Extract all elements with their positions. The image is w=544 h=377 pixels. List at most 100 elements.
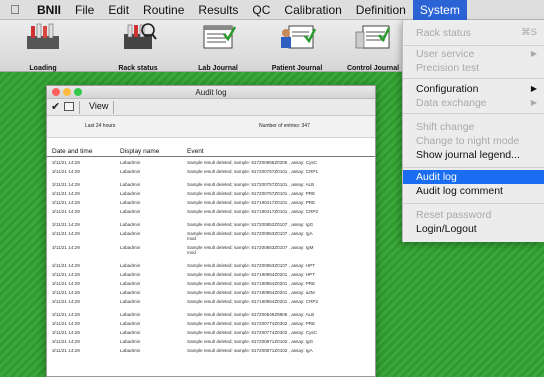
period-label: Last 24 hours (85, 123, 116, 129)
table-row[interactable]: 3/11/21 14:29 Labadmin Sample result delet… (47, 159, 375, 168)
table-row[interactable]: 3/11/21 14:29 Labadmin Sample result delet… (47, 181, 375, 190)
table-row[interactable]: 3/11/21 14:29 Labadmin Sample result delet… (47, 271, 375, 280)
print-icon[interactable] (64, 102, 74, 111)
table-row[interactable]: 3/11/21 14:29 Labadmin Sample result delet… (47, 311, 375, 320)
table-row[interactable]: 3/11/21 14:29 Labadmin Sample result delet… (47, 289, 375, 298)
menu-definition[interactable]: Definition (349, 0, 413, 20)
menu-item-label: Data exchange (416, 97, 487, 109)
menu-separator (403, 113, 544, 114)
tool-rack-status-label: Rack status (118, 65, 158, 72)
menu-routine[interactable]: Routine (136, 0, 191, 20)
column-header-name[interactable]: Display name (120, 148, 159, 155)
cell-display-name: Labadmin (120, 348, 141, 353)
cell-display-name: Labadmin (120, 339, 141, 344)
menu-bnii[interactable]: BNII (30, 0, 68, 20)
menu-item-label: Audit log comment (416, 185, 503, 197)
menu-item-show-journal-legend[interactable]: Show journal legend... (403, 148, 544, 162)
cell-event: Sample result deleted; sample: 917200871… (187, 348, 313, 353)
table-row[interactable]: 3/11/21 14:29 Labadmin Sample result delet… (47, 280, 375, 289)
cell-event-continuation: mod (187, 250, 196, 255)
cell-event: Sample result deleted; sample: 917190954… (187, 272, 315, 277)
column-header-date[interactable]: Date and time (52, 148, 92, 155)
menu-file[interactable]: File (68, 0, 101, 20)
menu-separator (403, 203, 544, 204)
table-row[interactable]: 3/11/21 14:29 Labadmin Sample result delet… (47, 230, 375, 241)
submenu-arrow-icon: ▶ (530, 49, 537, 58)
menu-item-label: Rack status (416, 27, 471, 39)
column-header-event[interactable]: Event (187, 148, 204, 155)
table-row[interactable]: 3/11/21 14:29 Labadmin Sample result delet… (47, 168, 375, 177)
menu-item-label: Configuration (416, 83, 479, 95)
tool-lab-journal[interactable]: Lab Journal (178, 22, 258, 72)
menu-results[interactable]: Results (191, 0, 245, 20)
menu-bar:  BNII File Edit Routine Results QC Cali… (0, 0, 544, 20)
menu-item-configuration[interactable]: Configuration ▶ (403, 82, 544, 96)
menu-system[interactable]: System (412, 0, 467, 20)
cell-display-name: Labadmin (120, 299, 141, 304)
cell-event: Sample result deleted; sample: 917190417… (187, 200, 316, 205)
menu-item-label: Audit log (416, 171, 457, 183)
table-row[interactable]: 3/11/21 14:29 Labadmin Sample result delet… (47, 320, 375, 329)
tool-loading[interactable]: Loading (3, 22, 83, 72)
menu-item-precision-test: Precision test (403, 61, 544, 75)
tool-patient-journal-label: Patient Journal (271, 65, 323, 72)
cell-date: 3/11/21 14:29 (52, 348, 80, 353)
menu-item-shift-change: Shift change (403, 120, 544, 134)
table-row[interactable]: 3/11/21 14:29 Labadmin Sample result delet… (47, 329, 375, 338)
cell-event-continuation: mod (187, 236, 196, 241)
table-row[interactable]: 3/11/21 14:29 Labadmin Sample result delet… (47, 262, 375, 271)
menu-item-label: Show journal legend... (416, 149, 520, 161)
control-journal-icon (355, 25, 391, 49)
menu-edit[interactable]: Edit (101, 0, 136, 20)
tool-patient-journal[interactable]: Patient Journal (257, 22, 337, 72)
tool-loading-label: Loading (29, 65, 57, 72)
cell-event: Sample result deleted; sample: 917200757… (187, 169, 319, 174)
view-button[interactable]: View (89, 101, 108, 111)
table-row[interactable]: 3/11/21 14:29 Labadmin Sample result delet… (47, 199, 375, 208)
patient-journal-icon (281, 25, 317, 49)
cell-display-name: Labadmin (120, 321, 141, 326)
table-row[interactable]: 3/11/21 14:29 Labadmin Sample result delet… (47, 190, 375, 199)
cell-date: 3/11/21 14:29 (52, 339, 80, 344)
cell-event: Sample result deleted; sample: 917200871… (187, 339, 314, 344)
menu-item-audit-log-comment[interactable]: Audit log comment (403, 184, 544, 198)
menu-item-label: Shift change (416, 121, 475, 133)
toolbar-divider (113, 101, 114, 114)
menu-qc[interactable]: QC (245, 0, 277, 20)
table-row[interactable]: 3/11/21 14:29 Labadmin Sample result delet… (47, 338, 375, 347)
tool-control-journal-label: Control Journal (346, 65, 400, 72)
cell-date: 3/11/21 14:29 (52, 182, 80, 187)
table-row[interactable]: 3/11/21 14:29 Labadmin Sample result delet… (47, 244, 375, 255)
table-row[interactable]: 3/11/21 14:29 Labadmin Sample result delet… (47, 298, 375, 307)
menu-item-label: Change to night mode (416, 135, 520, 147)
menu-item-data-exchange: Data exchange ▶ (403, 96, 544, 110)
cell-event: Sample result deleted; sample: 917200853… (187, 222, 314, 227)
cell-event: Sample result deleted; sample: 917200774… (187, 330, 317, 335)
cell-date: 3/11/21 14:29 (52, 290, 80, 295)
tool-control-journal[interactable]: Control Journal (333, 22, 413, 72)
menu-item-audit-log[interactable]: Audit log (403, 170, 544, 184)
table-row[interactable]: 3/11/21 14:29 Labadmin Sample result delet… (47, 221, 375, 230)
tool-rack-status[interactable]: Rack status (98, 22, 178, 72)
cell-display-name: Labadmin (120, 222, 141, 227)
window-title: Audit log (195, 88, 227, 97)
cell-display-name: Labadmin (120, 263, 141, 268)
submenu-arrow-icon: ▶ (530, 84, 537, 93)
menu-item-label: Login/Logout (416, 223, 477, 235)
cell-event: Sample result deleted; sample: 917200774… (187, 321, 316, 326)
table-row[interactable]: 3/11/21 14:29 Labadmin Sample result delet… (47, 208, 375, 217)
apple-icon[interactable]:  (0, 2, 30, 17)
cell-event: Sample result deleted; sample: 917200856… (187, 160, 317, 165)
cell-event: Sample result deleted; sample: 917190954… (187, 290, 315, 295)
cell-display-name: Labadmin (120, 191, 141, 196)
rack-status-icon (124, 23, 157, 49)
checkmark-icon[interactable]: ✔ (51, 100, 60, 113)
menu-calibration[interactable]: Calibration (277, 0, 348, 20)
cell-event: Sample result deleted; sample: 917190954… (187, 281, 316, 286)
cell-display-name: Labadmin (120, 330, 141, 335)
cell-date: 3/11/21 14:29 (52, 321, 80, 326)
shortcut-label: ⌘S (521, 27, 537, 38)
menu-item-login-logout[interactable]: Login/Logout (403, 222, 544, 236)
table-row[interactable]: 3/11/21 14:29 Labadmin Sample result delet… (47, 347, 375, 356)
cell-date: 3/11/21 14:29 (52, 191, 80, 196)
